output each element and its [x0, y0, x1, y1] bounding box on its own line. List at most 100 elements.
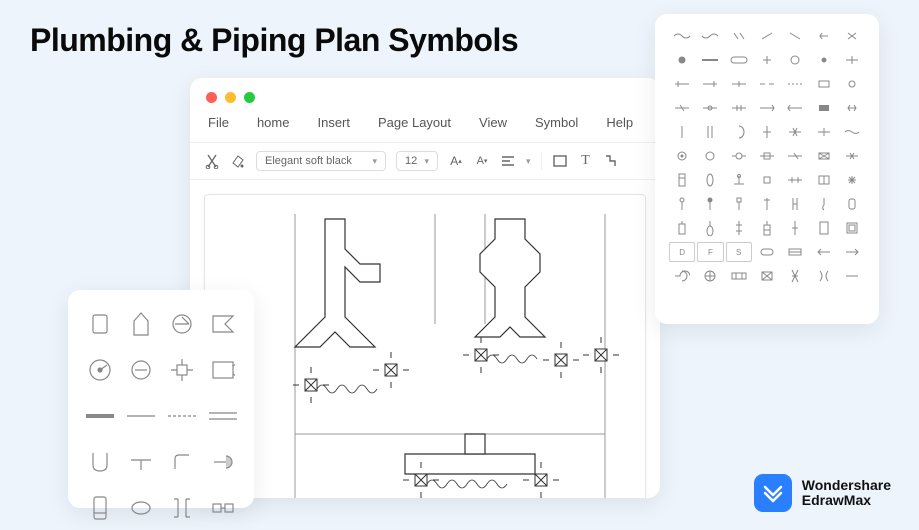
symbol-mini[interactable] — [697, 98, 723, 118]
symbol-mini[interactable] — [839, 218, 865, 238]
symbol-mini[interactable] — [726, 146, 752, 166]
symbol-cap[interactable] — [205, 442, 240, 482]
symbol-mini[interactable] — [726, 218, 752, 238]
symbol-mini[interactable] — [782, 218, 808, 238]
symbol-mini[interactable] — [726, 74, 752, 94]
symbol-mini[interactable] — [754, 122, 780, 142]
symbol-mini[interactable] — [754, 194, 780, 214]
font-size-select[interactable]: 12 ▾ — [396, 151, 438, 171]
symbol-cylinder[interactable] — [82, 304, 117, 344]
symbol-mini[interactable] — [697, 122, 723, 142]
symbol-mini[interactable] — [782, 74, 808, 94]
symbol-mini[interactable] — [810, 50, 836, 70]
menu-help[interactable]: Help — [606, 115, 633, 130]
symbol-double-line[interactable] — [205, 396, 240, 436]
menu-file[interactable]: File — [208, 115, 229, 130]
symbol-gauge[interactable] — [82, 350, 117, 390]
symbol-mini[interactable] — [697, 194, 723, 214]
symbol-mini[interactable] — [697, 26, 723, 46]
symbol-mini[interactable] — [697, 218, 723, 238]
symbol-mini[interactable] — [782, 242, 808, 262]
symbol-mini[interactable] — [839, 170, 865, 190]
symbol-tee[interactable] — [123, 442, 158, 482]
symbol-bracket[interactable] — [164, 488, 199, 528]
symbol-mini[interactable] — [669, 146, 695, 166]
symbol-mini[interactable] — [726, 194, 752, 214]
symbol-mini[interactable] — [782, 266, 808, 286]
symbol-mini[interactable] — [754, 170, 780, 190]
symbol-mini[interactable] — [669, 170, 695, 190]
symbol-mini[interactable] — [839, 242, 865, 262]
symbol-mini[interactable] — [839, 50, 865, 70]
symbol-mini[interactable] — [669, 266, 695, 286]
symbol-thin-line[interactable] — [123, 396, 158, 436]
symbol-vessel[interactable] — [123, 304, 158, 344]
text-tool-icon[interactable]: T — [578, 153, 594, 169]
symbol-valve-circle[interactable] — [123, 350, 158, 390]
symbol-mini[interactable] — [697, 266, 723, 286]
symbol-mini[interactable] — [754, 26, 780, 46]
decrease-font-icon[interactable]: A▾ — [474, 153, 490, 169]
symbol-dash-line[interactable] — [164, 396, 199, 436]
rectangle-icon[interactable] — [552, 153, 568, 169]
symbol-mini[interactable] — [839, 194, 865, 214]
symbol-mini[interactable] — [669, 218, 695, 238]
align-left-icon[interactable] — [500, 153, 516, 169]
close-icon[interactable] — [206, 92, 217, 103]
symbol-mini[interactable] — [697, 170, 723, 190]
symbol-u-pipe[interactable] — [82, 442, 117, 482]
symbol-mini[interactable] — [669, 26, 695, 46]
symbol-mini[interactable] — [810, 242, 836, 262]
symbol-mini[interactable] — [810, 170, 836, 190]
symbol-mini[interactable] — [754, 218, 780, 238]
symbol-mini[interactable] — [669, 194, 695, 214]
symbol-mini[interactable] — [839, 26, 865, 46]
symbol-mini[interactable] — [754, 242, 780, 262]
symbol-mini[interactable] — [810, 266, 836, 286]
menu-view[interactable]: View — [479, 115, 507, 130]
symbol-mini[interactable] — [754, 74, 780, 94]
drawing-canvas[interactable] — [204, 194, 646, 498]
symbol-letter-d[interactable]: D — [669, 242, 695, 262]
symbol-mini[interactable] — [810, 146, 836, 166]
increase-font-icon[interactable]: A▴ — [448, 153, 464, 169]
symbol-flag[interactable] — [205, 304, 240, 344]
symbol-mini[interactable] — [697, 50, 723, 70]
symbol-open-box[interactable] — [205, 350, 240, 390]
symbol-mini[interactable] — [839, 146, 865, 166]
paint-icon[interactable] — [230, 153, 246, 169]
symbol-mini[interactable] — [810, 98, 836, 118]
menu-insert[interactable]: Insert — [317, 115, 350, 130]
symbol-mini[interactable] — [697, 146, 723, 166]
symbol-mini[interactable] — [726, 50, 752, 70]
font-select[interactable]: Elegant soft black ▾ — [256, 151, 386, 171]
symbol-elbow[interactable] — [164, 442, 199, 482]
symbol-mini[interactable] — [754, 50, 780, 70]
connector-icon[interactable] — [604, 153, 620, 169]
symbol-mini[interactable] — [810, 74, 836, 94]
cut-icon[interactable] — [204, 153, 220, 169]
symbol-mini[interactable] — [754, 266, 780, 286]
symbol-mini[interactable] — [839, 122, 865, 142]
symbol-mini[interactable] — [839, 98, 865, 118]
symbol-mini[interactable] — [782, 146, 808, 166]
symbol-letter-s[interactable]: S — [726, 242, 752, 262]
symbol-mini[interactable] — [726, 98, 752, 118]
symbol-mini[interactable] — [669, 74, 695, 94]
symbol-mini[interactable] — [669, 50, 695, 70]
symbol-mini[interactable] — [810, 26, 836, 46]
minimize-icon[interactable] — [225, 92, 236, 103]
symbol-pipe-bar[interactable] — [82, 396, 117, 436]
symbol-mini[interactable] — [726, 26, 752, 46]
symbol-mini[interactable] — [782, 26, 808, 46]
symbol-mini[interactable] — [754, 98, 780, 118]
symbol-letter-f[interactable]: F — [697, 242, 723, 262]
symbol-mini[interactable] — [782, 122, 808, 142]
symbol-mini[interactable] — [839, 74, 865, 94]
symbol-mini[interactable] — [810, 218, 836, 238]
symbol-mini[interactable] — [669, 122, 695, 142]
symbol-mini[interactable] — [810, 194, 836, 214]
symbol-mini[interactable] — [669, 98, 695, 118]
symbol-mini[interactable] — [726, 266, 752, 286]
symbol-mini[interactable] — [754, 146, 780, 166]
